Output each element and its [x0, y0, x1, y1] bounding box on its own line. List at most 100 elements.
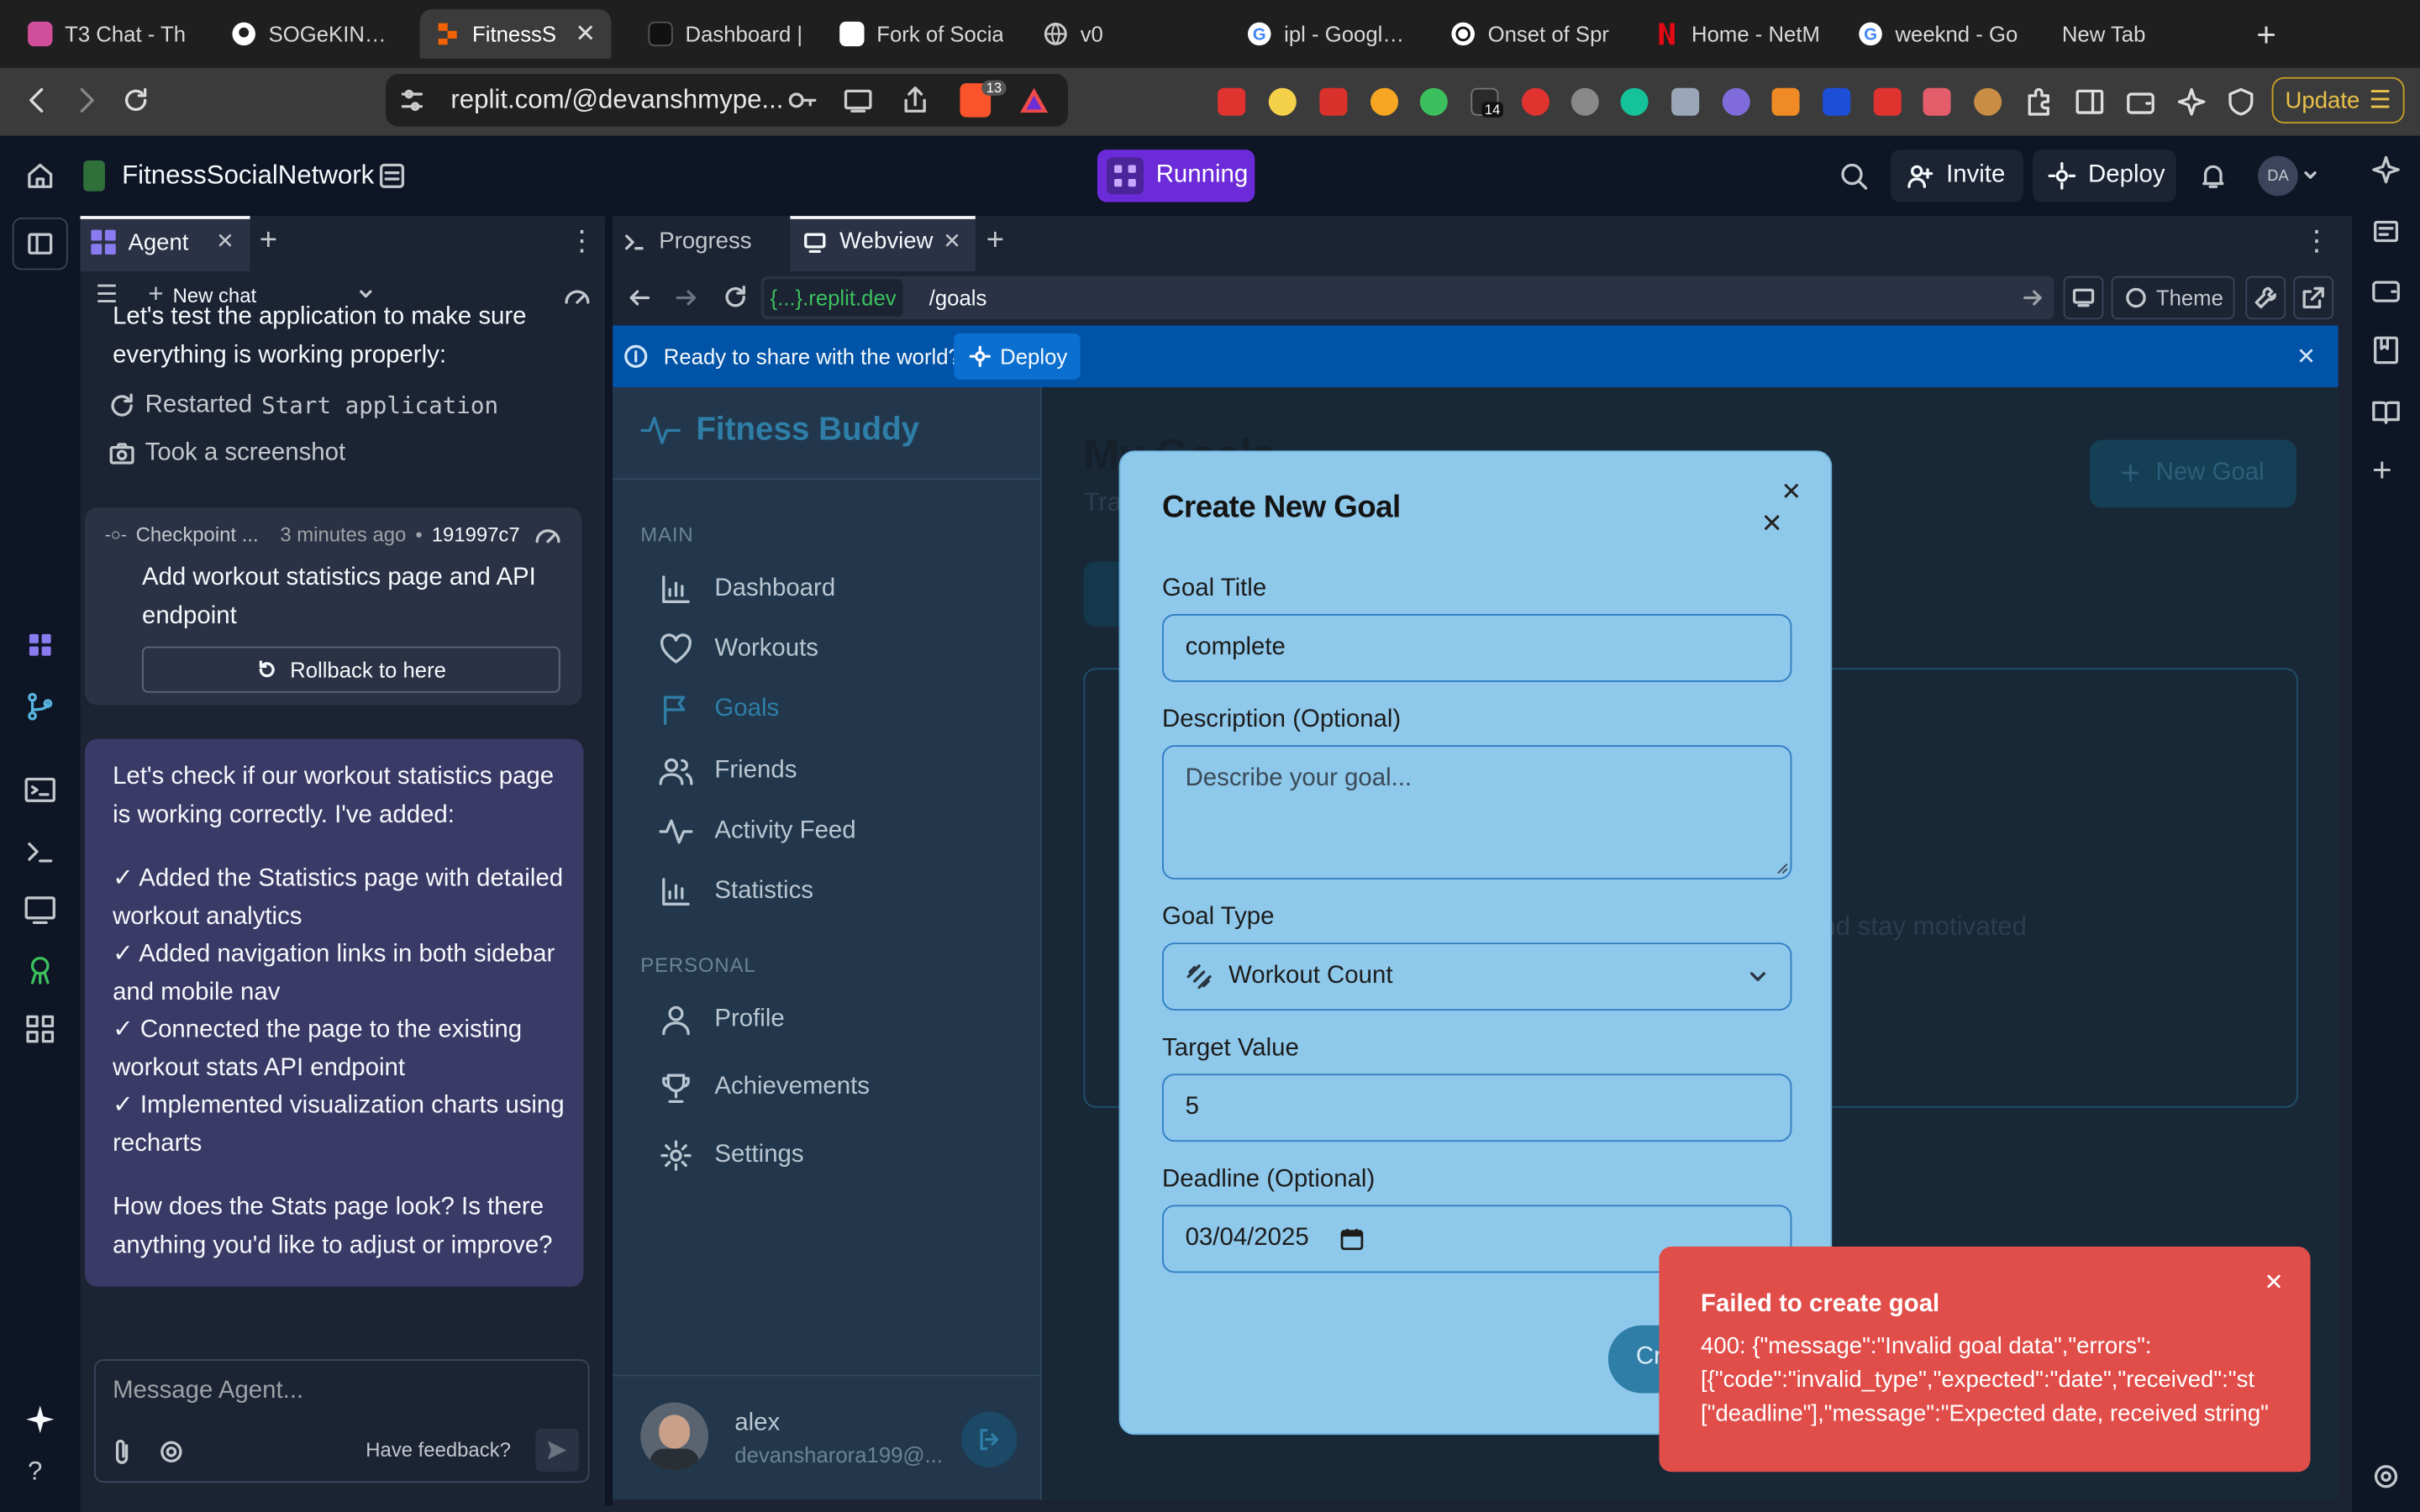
help-icon[interactable]: ?	[28, 1457, 42, 1488]
chevron-down-icon[interactable]	[356, 286, 375, 304]
extensions-puzzle-icon[interactable]	[2023, 87, 2054, 118]
banner-deploy-button[interactable]: Deploy	[954, 333, 1081, 380]
leo-ai-icon[interactable]	[2176, 87, 2207, 118]
webview-path[interactable]: /goals	[929, 286, 987, 310]
nav-dashboard[interactable]: Dashboard	[659, 572, 835, 606]
tab-progress[interactable]: Progress	[622, 228, 752, 255]
brand[interactable]: Fitness Buddy	[640, 412, 919, 449]
browser-tab[interactable]: Onset of Spr	[1435, 9, 1633, 59]
key-icon[interactable]	[787, 87, 818, 114]
browser-tab[interactable]: G weeknd - Go	[1843, 9, 2040, 59]
close-icon[interactable]: ✕	[1781, 477, 1802, 508]
nav-achievements[interactable]: Achievements	[659, 1071, 870, 1105]
nav-workouts[interactable]: Workouts	[659, 633, 818, 666]
goal-title-input[interactable]: complete	[1162, 614, 1792, 682]
blue-ext-icon[interactable]	[1823, 87, 1851, 116]
reload-icon[interactable]	[120, 85, 151, 116]
add-sidebar-item-icon[interactable]: +	[2372, 450, 2392, 491]
browser-tab[interactable]: G ipl - Google S	[1232, 9, 1429, 59]
browser-tab[interactable]: SOGeKING-N	[216, 9, 417, 59]
nav-goals[interactable]: Goals	[659, 693, 779, 727]
goal-type-select[interactable]: Workout Count	[1162, 942, 1792, 1011]
add-tab-icon[interactable]: +	[986, 223, 1004, 259]
deploy-button[interactable]: Deploy	[2032, 150, 2176, 202]
site-settings-icon[interactable]	[398, 87, 426, 114]
more-options-icon[interactable]: ⋮	[2302, 225, 2330, 258]
nav-statistics[interactable]: Statistics	[659, 874, 813, 908]
cloud-ext-icon[interactable]	[1722, 87, 1750, 116]
browser-tab[interactable]: Home - NetM	[1639, 9, 1837, 59]
shield-ext-icon[interactable]	[1671, 87, 1700, 116]
browser-tab-active[interactable]: FitnessS ✕	[419, 9, 612, 59]
reload-icon[interactable]	[723, 284, 749, 310]
brave-rewards-icon[interactable]	[1018, 87, 1050, 114]
browser-tab[interactable]: v0	[1028, 9, 1228, 59]
nav-settings[interactable]: Settings	[659, 1138, 804, 1172]
update-button[interactable]: Update ☰	[2271, 76, 2405, 123]
reading-list-icon[interactable]	[2370, 396, 2402, 428]
gauge-icon[interactable]	[534, 522, 561, 546]
pin-ext-icon[interactable]	[1923, 87, 1951, 116]
database-icon[interactable]	[22, 952, 59, 989]
back-icon[interactable]	[22, 85, 53, 116]
forward-icon[interactable]	[675, 286, 699, 310]
theme-button[interactable]: Theme	[2111, 276, 2235, 320]
close-tab-icon[interactable]: ✕	[943, 228, 961, 255]
sparkle-icon[interactable]	[22, 1401, 59, 1438]
dev-domain[interactable]: {...}.replit.dev	[764, 279, 902, 317]
settings-icon[interactable]	[159, 1440, 183, 1464]
attach-icon[interactable]	[111, 1438, 133, 1466]
console-icon[interactable]	[22, 771, 59, 808]
timer-ext-icon[interactable]	[1268, 87, 1297, 116]
home-icon[interactable]	[24, 160, 55, 192]
files-icon[interactable]	[376, 160, 408, 192]
bell-icon[interactable]	[2197, 160, 2228, 192]
browser-tab[interactable]: T3 Chat - Th	[13, 9, 213, 59]
rollback-button[interactable]: Rollback to here	[141, 646, 560, 693]
close-banner-icon[interactable]: ✕	[2296, 343, 2316, 370]
close-tab-icon[interactable]: ✕	[216, 228, 234, 255]
browser-tab[interactable]: Fork of Socia	[824, 9, 1025, 59]
project-name[interactable]: FitnessSocialNetwork	[122, 160, 374, 192]
new-tab-plus-icon[interactable]: +	[2256, 15, 2276, 55]
red-ext-icon[interactable]	[1521, 87, 1550, 116]
wallet-icon[interactable]	[2125, 87, 2156, 118]
forward-icon[interactable]	[71, 85, 102, 116]
cast-icon[interactable]	[843, 87, 874, 114]
shell-icon[interactable]	[22, 833, 59, 870]
agent-rail-icon[interactable]	[22, 627, 59, 664]
close-tab-icon[interactable]: ✕	[575, 18, 596, 50]
git-icon[interactable]	[22, 688, 59, 725]
calendar-icon[interactable]	[1339, 1226, 1364, 1251]
cookie-ext-icon[interactable]	[1974, 87, 2002, 116]
wallet-icon[interactable]	[2370, 275, 2402, 306]
add-ext-icon[interactable]	[1419, 87, 1448, 116]
go-arrow-icon[interactable]	[2022, 287, 2044, 309]
chevron-down-icon[interactable]	[2302, 168, 2317, 183]
nav-activity-feed[interactable]: Activity Feed	[659, 815, 856, 848]
grammarly-ext-icon[interactable]	[1620, 87, 1649, 116]
target-value-input[interactable]: 5	[1162, 1074, 1792, 1142]
share-icon[interactable]	[902, 85, 929, 116]
invite-button[interactable]: Invite	[1890, 150, 2023, 202]
resize-handle-icon[interactable]	[1776, 863, 1789, 875]
search-icon[interactable]	[1839, 160, 1870, 192]
back-icon[interactable]	[627, 286, 651, 310]
avatar[interactable]: DA	[2258, 155, 2298, 197]
nav-profile[interactable]: Profile	[659, 1003, 785, 1037]
nav-friends[interactable]: Friends	[659, 754, 797, 788]
toast-close-icon[interactable]: ✕	[2264, 1268, 2283, 1296]
sidebar-icon[interactable]	[2075, 87, 2106, 118]
gear-icon[interactable]	[2372, 1462, 2400, 1490]
send-button[interactable]	[535, 1428, 579, 1473]
pdf-ext-icon[interactable]	[1319, 87, 1348, 116]
close-icon[interactable]: ✕	[1761, 509, 1783, 540]
metamask-ext-icon[interactable]	[1771, 87, 1800, 116]
news-icon[interactable]	[2370, 216, 2402, 247]
add-tab-icon[interactable]: +	[260, 223, 277, 259]
browser-tab[interactable]: Dashboard |	[633, 9, 821, 59]
browser-tab[interactable]: New Tab	[2046, 9, 2231, 59]
gear-ext-icon[interactable]	[1570, 87, 1599, 116]
leo-icon[interactable]	[2370, 155, 2402, 186]
webview-rail-icon[interactable]	[22, 892, 59, 929]
